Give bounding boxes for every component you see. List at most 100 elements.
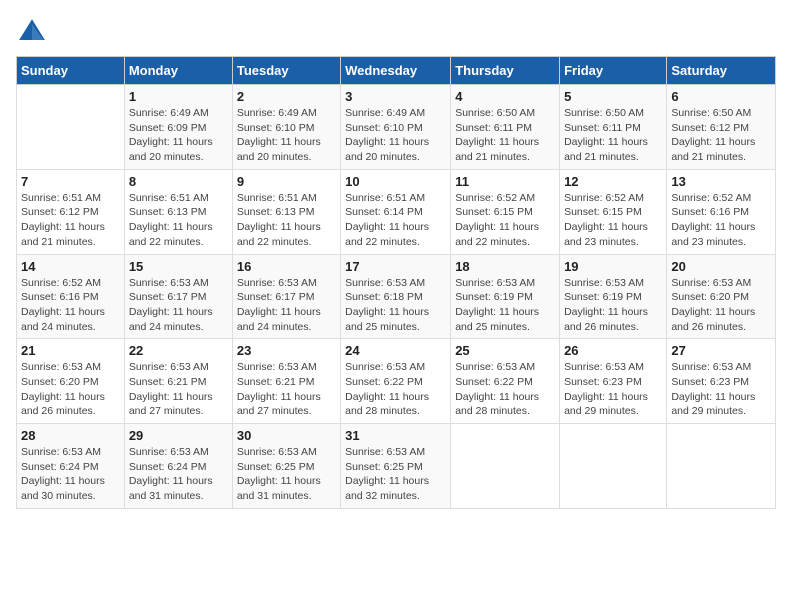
day-info: Sunrise: 6:53 AM Sunset: 6:21 PM Dayligh… bbox=[129, 360, 228, 419]
calendar-cell: 11Sunrise: 6:52 AM Sunset: 6:15 PM Dayli… bbox=[451, 169, 560, 254]
calendar-cell: 15Sunrise: 6:53 AM Sunset: 6:17 PM Dayli… bbox=[124, 254, 232, 339]
day-number: 5 bbox=[564, 89, 662, 104]
day-number: 31 bbox=[345, 428, 446, 443]
day-number: 27 bbox=[671, 343, 771, 358]
day-info: Sunrise: 6:50 AM Sunset: 6:12 PM Dayligh… bbox=[671, 106, 771, 165]
day-info: Sunrise: 6:51 AM Sunset: 6:14 PM Dayligh… bbox=[345, 191, 446, 250]
calendar-cell: 27 Sunrise: 6:53 AM Sunset: 6:23 PM Dayli… bbox=[667, 339, 776, 424]
day-info: Sunrise: 6:53 AM Sunset: 6:25 PM Dayligh… bbox=[345, 445, 446, 504]
day-number: 6 bbox=[671, 89, 771, 104]
day-info: Sunrise: 6:53 AM Sunset: 6:18 PM Dayligh… bbox=[345, 276, 446, 335]
day-number: 13 bbox=[671, 174, 771, 189]
calendar-cell: 25 Sunrise: 6:53 AM Sunset: 6:22 PM Dayli… bbox=[451, 339, 560, 424]
day-number: 25 bbox=[455, 343, 555, 358]
calendar-cell: 29 Sunrise: 6:53 AM Sunset: 6:24 PM Dayli… bbox=[124, 424, 232, 509]
day-info: Sunrise: 6:53 AM Sunset: 6:21 PM Dayligh… bbox=[237, 360, 336, 419]
day-info: Sunrise: 6:53 AM Sunset: 6:20 PM Dayligh… bbox=[671, 276, 771, 335]
calendar-cell: 13Sunrise: 6:52 AM Sunset: 6:16 PM Dayli… bbox=[667, 169, 776, 254]
day-info: Sunrise: 6:53 AM Sunset: 6:19 PM Dayligh… bbox=[564, 276, 662, 335]
calendar-cell: 21Sunrise: 6:53 AM Sunset: 6:20 PM Dayli… bbox=[17, 339, 125, 424]
week-row-1: 1Sunrise: 6:49 AM Sunset: 6:09 PM Daylig… bbox=[17, 85, 776, 170]
calendar-cell: 12Sunrise: 6:52 AM Sunset: 6:15 PM Dayli… bbox=[560, 169, 667, 254]
day-info: Sunrise: 6:49 AM Sunset: 6:10 PM Dayligh… bbox=[345, 106, 446, 165]
day-info: Sunrise: 6:52 AM Sunset: 6:16 PM Dayligh… bbox=[21, 276, 120, 335]
calendar-cell: 16 Sunrise: 6:53 AM Sunset: 6:17 PM Dayli… bbox=[232, 254, 340, 339]
day-info: Sunrise: 6:53 AM Sunset: 6:22 PM Dayligh… bbox=[345, 360, 446, 419]
calendar-cell: 9 Sunrise: 6:51 AM Sunset: 6:13 PM Daylig… bbox=[232, 169, 340, 254]
calendar-cell: 4 Sunrise: 6:50 AM Sunset: 6:11 PM Daylig… bbox=[451, 85, 560, 170]
calendar-body: 1Sunrise: 6:49 AM Sunset: 6:09 PM Daylig… bbox=[17, 85, 776, 509]
day-number: 24 bbox=[345, 343, 446, 358]
column-header-saturday: Saturday bbox=[667, 57, 776, 85]
day-info: Sunrise: 6:53 AM Sunset: 6:22 PM Dayligh… bbox=[455, 360, 555, 419]
calendar-cell: 22 Sunrise: 6:53 AM Sunset: 6:21 PM Dayli… bbox=[124, 339, 232, 424]
day-number: 21 bbox=[21, 343, 120, 358]
calendar-cell: 5 Sunrise: 6:50 AM Sunset: 6:11 PM Daylig… bbox=[560, 85, 667, 170]
column-header-thursday: Thursday bbox=[451, 57, 560, 85]
calendar-cell: 20 Sunrise: 6:53 AM Sunset: 6:20 PM Dayli… bbox=[667, 254, 776, 339]
day-number: 30 bbox=[237, 428, 336, 443]
week-row-2: 7Sunrise: 6:51 AM Sunset: 6:12 PM Daylig… bbox=[17, 169, 776, 254]
day-number: 22 bbox=[129, 343, 228, 358]
day-info: Sunrise: 6:50 AM Sunset: 6:11 PM Dayligh… bbox=[564, 106, 662, 165]
calendar-header: SundayMondayTuesdayWednesdayThursdayFrid… bbox=[17, 57, 776, 85]
day-info: Sunrise: 6:53 AM Sunset: 6:17 PM Dayligh… bbox=[129, 276, 228, 335]
day-info: Sunrise: 6:53 AM Sunset: 6:19 PM Dayligh… bbox=[455, 276, 555, 335]
column-header-friday: Friday bbox=[560, 57, 667, 85]
calendar-cell: 7Sunrise: 6:51 AM Sunset: 6:12 PM Daylig… bbox=[17, 169, 125, 254]
day-info: Sunrise: 6:53 AM Sunset: 6:25 PM Dayligh… bbox=[237, 445, 336, 504]
day-info: Sunrise: 6:53 AM Sunset: 6:23 PM Dayligh… bbox=[564, 360, 662, 419]
calendar-cell: 31 Sunrise: 6:53 AM Sunset: 6:25 PM Dayli… bbox=[341, 424, 451, 509]
week-row-4: 21Sunrise: 6:53 AM Sunset: 6:20 PM Dayli… bbox=[17, 339, 776, 424]
day-info: Sunrise: 6:51 AM Sunset: 6:13 PM Dayligh… bbox=[237, 191, 336, 250]
calendar-cell: 3 Sunrise: 6:49 AM Sunset: 6:10 PM Daylig… bbox=[341, 85, 451, 170]
day-info: Sunrise: 6:53 AM Sunset: 6:23 PM Dayligh… bbox=[671, 360, 771, 419]
calendar-cell: 8 Sunrise: 6:51 AM Sunset: 6:13 PM Daylig… bbox=[124, 169, 232, 254]
day-info: Sunrise: 6:51 AM Sunset: 6:13 PM Dayligh… bbox=[129, 191, 228, 250]
calendar-cell: 28Sunrise: 6:53 AM Sunset: 6:24 PM Dayli… bbox=[17, 424, 125, 509]
day-number: 17 bbox=[345, 259, 446, 274]
calendar-cell: 2Sunrise: 6:49 AM Sunset: 6:10 PM Daylig… bbox=[232, 85, 340, 170]
day-number: 1 bbox=[129, 89, 228, 104]
day-number: 14 bbox=[21, 259, 120, 274]
day-info: Sunrise: 6:49 AM Sunset: 6:10 PM Dayligh… bbox=[237, 106, 336, 165]
day-number: 26 bbox=[564, 343, 662, 358]
calendar-cell bbox=[667, 424, 776, 509]
day-number: 3 bbox=[345, 89, 446, 104]
day-number: 19 bbox=[564, 259, 662, 274]
week-row-3: 14 Sunrise: 6:52 AM Sunset: 6:16 PM Dayli… bbox=[17, 254, 776, 339]
day-number: 29 bbox=[129, 428, 228, 443]
day-number: 16 bbox=[237, 259, 336, 274]
day-info: Sunrise: 6:50 AM Sunset: 6:11 PM Dayligh… bbox=[455, 106, 555, 165]
day-info: Sunrise: 6:53 AM Sunset: 6:24 PM Dayligh… bbox=[129, 445, 228, 504]
column-header-sunday: Sunday bbox=[17, 57, 125, 85]
day-number: 12 bbox=[564, 174, 662, 189]
calendar-cell: 17 Sunrise: 6:53 AM Sunset: 6:18 PM Dayli… bbox=[341, 254, 451, 339]
page-header bbox=[16, 16, 776, 48]
day-number: 9 bbox=[237, 174, 336, 189]
calendar-cell: 18 Sunrise: 6:53 AM Sunset: 6:19 PM Dayli… bbox=[451, 254, 560, 339]
day-number: 8 bbox=[129, 174, 228, 189]
calendar-cell: 23 Sunrise: 6:53 AM Sunset: 6:21 PM Dayli… bbox=[232, 339, 340, 424]
header-row: SundayMondayTuesdayWednesdayThursdayFrid… bbox=[17, 57, 776, 85]
day-number: 23 bbox=[237, 343, 336, 358]
day-info: Sunrise: 6:51 AM Sunset: 6:12 PM Dayligh… bbox=[21, 191, 120, 250]
calendar-cell: 6 Sunrise: 6:50 AM Sunset: 6:12 PM Daylig… bbox=[667, 85, 776, 170]
calendar-cell: 26 Sunrise: 6:53 AM Sunset: 6:23 PM Dayli… bbox=[560, 339, 667, 424]
calendar-cell bbox=[560, 424, 667, 509]
calendar-cell: 19 Sunrise: 6:53 AM Sunset: 6:19 PM Dayli… bbox=[560, 254, 667, 339]
calendar-cell: 14 Sunrise: 6:52 AM Sunset: 6:16 PM Dayli… bbox=[17, 254, 125, 339]
day-number: 11 bbox=[455, 174, 555, 189]
day-number: 20 bbox=[671, 259, 771, 274]
day-info: Sunrise: 6:53 AM Sunset: 6:17 PM Dayligh… bbox=[237, 276, 336, 335]
logo bbox=[16, 16, 52, 48]
column-header-wednesday: Wednesday bbox=[341, 57, 451, 85]
column-header-tuesday: Tuesday bbox=[232, 57, 340, 85]
day-info: Sunrise: 6:53 AM Sunset: 6:24 PM Dayligh… bbox=[21, 445, 120, 504]
day-number: 4 bbox=[455, 89, 555, 104]
day-number: 10 bbox=[345, 174, 446, 189]
column-header-monday: Monday bbox=[124, 57, 232, 85]
logo-icon bbox=[16, 16, 48, 48]
calendar-cell: 30 Sunrise: 6:53 AM Sunset: 6:25 PM Dayli… bbox=[232, 424, 340, 509]
day-number: 18 bbox=[455, 259, 555, 274]
